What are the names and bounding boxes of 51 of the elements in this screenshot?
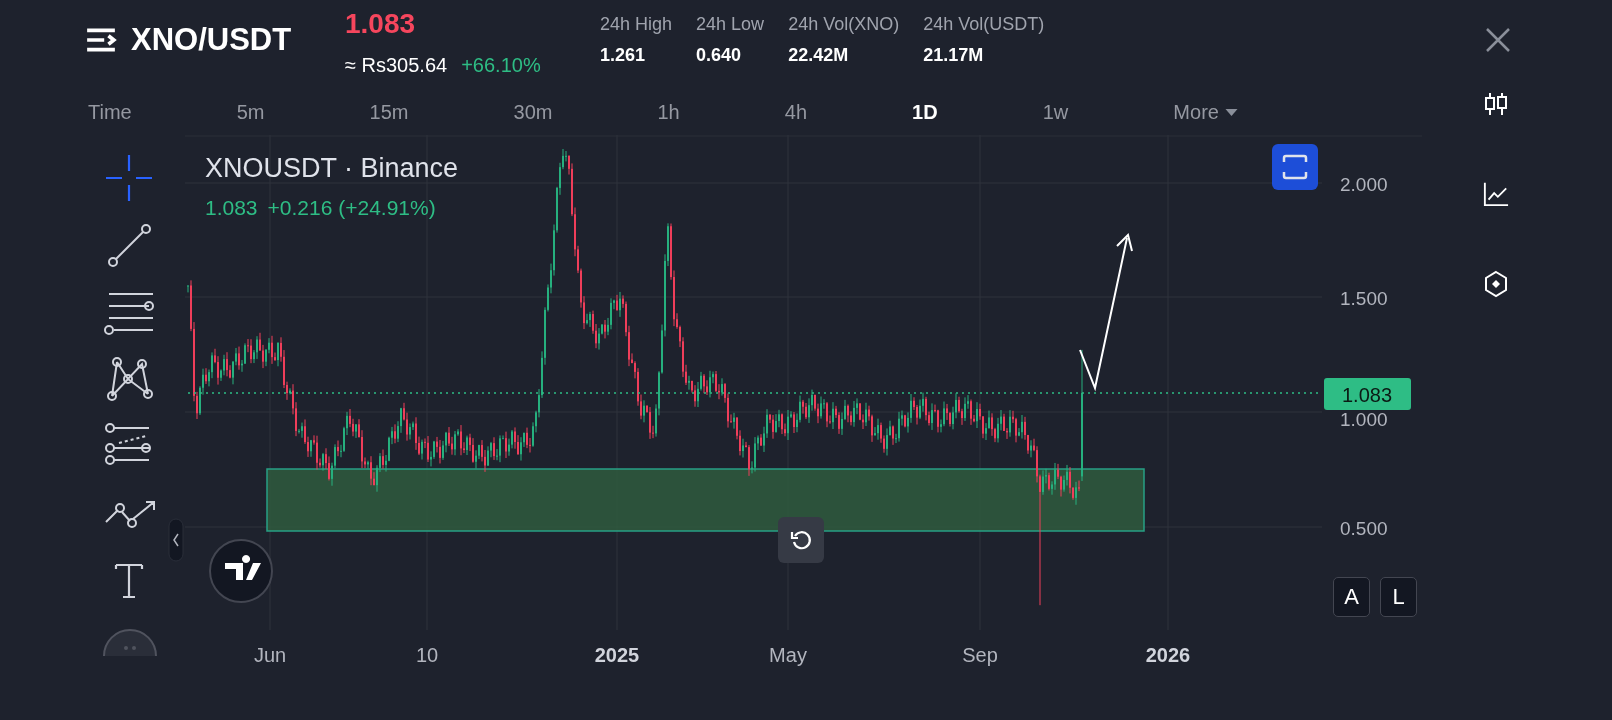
- scale-button[interactable]: A: [1333, 577, 1370, 617]
- change-percent: +66.10%: [461, 54, 541, 77]
- price-axis-label: 2.000: [1340, 174, 1388, 195]
- caret-icon: [1224, 108, 1238, 117]
- reset-icon: [789, 528, 813, 552]
- time-axis-label: Jun: [253, 644, 287, 666]
- fullscreen-button[interactable]: [1272, 144, 1318, 190]
- reset-button[interactable]: [778, 517, 824, 563]
- price-axis-label: 1.500: [1340, 288, 1388, 309]
- logo-icon[interactable]: [208, 538, 274, 604]
- stat-value: 21.17M: [923, 45, 985, 66]
- interval-tab[interactable]: 4h: [784, 101, 808, 124]
- interval-tab[interactable]: 15m: [369, 101, 409, 124]
- price-axis-label: 1.000: [1340, 409, 1388, 430]
- time-axis-label: Sep: [962, 644, 998, 666]
- time-axis-label: May: [769, 644, 807, 666]
- pattern-tool[interactable]: [104, 354, 154, 404]
- last-price: 1.083: [345, 8, 417, 40]
- time-axis-label: 2025: [594, 644, 640, 666]
- pair-title: XNO/USDT: [131, 22, 292, 58]
- crosshair-tool[interactable]: [104, 153, 154, 203]
- stat-label: 24h Vol(XNO): [788, 14, 900, 35]
- hexagon-icon[interactable]: [1483, 270, 1509, 298]
- stat-label: 24h High: [600, 14, 673, 35]
- interval-tab[interactable]: 5m: [236, 101, 265, 124]
- interval-tab[interactable]: 1w: [1042, 101, 1069, 124]
- line-chart-icon[interactable]: [1483, 180, 1509, 208]
- stat-label: 24h Vol(USDT): [923, 14, 1045, 35]
- converted-price: ≈ Rs305.64: [345, 54, 448, 77]
- candlestick-icon[interactable]: [1483, 90, 1509, 118]
- stat-label: 24h Low: [696, 14, 765, 35]
- legend-change: +0.216 (+24.91%): [267, 196, 436, 220]
- scale-button[interactable]: L: [1380, 577, 1417, 617]
- time-label: Time: [88, 101, 132, 124]
- more-dropdown[interactable]: More: [1173, 101, 1238, 124]
- menu-icon[interactable]: [85, 27, 117, 53]
- fullscreen-icon: [1280, 152, 1310, 182]
- symbol-title: XNOUSDT · Binance: [205, 153, 459, 184]
- interval-tab[interactable]: 30m: [513, 101, 553, 124]
- interval-tab[interactable]: 1D: [912, 101, 938, 124]
- last-price-badge-text: 1.083: [1342, 384, 1393, 406]
- interval-tab[interactable]: 1h: [657, 101, 680, 124]
- close-icon[interactable]: [1485, 27, 1511, 53]
- time-axis-label: 10: [415, 644, 439, 666]
- stat-value: 0.640: [696, 45, 743, 66]
- price-axis-label: 0.500: [1340, 518, 1388, 539]
- collapse-toolbar-handle[interactable]: [168, 518, 184, 562]
- stat-value: 1.261: [600, 45, 647, 66]
- time-axis-label: 2026: [1145, 644, 1191, 666]
- legend-price: 1.083: [205, 196, 258, 220]
- stat-value: 22.42M: [788, 45, 850, 66]
